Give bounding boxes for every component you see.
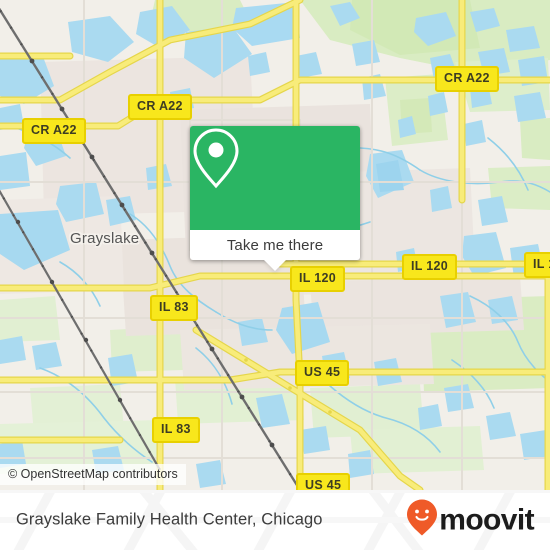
road-shield-cr-a22-2: CR A22 bbox=[22, 118, 86, 144]
road-shield-il-120-2: IL 120 bbox=[402, 254, 458, 280]
map-screenshot: Grayslake CR A22 CR A22 CR A22 IL 120 IL… bbox=[0, 0, 550, 550]
place-label-grayslake: Grayslake bbox=[70, 230, 140, 247]
moovit-smiley-pin-icon bbox=[407, 499, 438, 541]
footer-bar: Grayslake Family Health Center, Chicago … bbox=[0, 490, 550, 550]
location-popup[interactable]: Take me there bbox=[190, 126, 360, 271]
moovit-wordmark: moovit bbox=[439, 503, 534, 536]
take-me-there-button[interactable]: Take me there bbox=[190, 230, 360, 271]
road-shield-us-45-2: US 45 bbox=[296, 473, 351, 490]
map-canvas[interactable]: Grayslake CR A22 CR A22 CR A22 IL 120 IL… bbox=[0, 0, 550, 490]
road-shield-il-120-1: IL 120 bbox=[290, 266, 346, 292]
moovit-logo[interactable]: moovit bbox=[407, 499, 535, 541]
road-shield-il-1-clipped: IL 1 bbox=[524, 252, 550, 278]
road-shield-cr-a22-1: CR A22 bbox=[128, 94, 192, 120]
popup-tail bbox=[264, 260, 286, 271]
osm-attribution[interactable]: © OpenStreetMap contributors bbox=[0, 464, 186, 485]
popup-icon-area bbox=[190, 126, 360, 230]
page-title: Grayslake Family Health Center, Chicago bbox=[16, 510, 323, 529]
road-shield-il-83-2: IL 83 bbox=[152, 417, 200, 443]
take-me-there-label: Take me there bbox=[226, 236, 324, 254]
road-shield-cr-a22-3: CR A22 bbox=[435, 66, 499, 92]
road-shield-il-83-1: IL 83 bbox=[150, 295, 198, 321]
road-shield-us-45-1: US 45 bbox=[295, 360, 350, 386]
